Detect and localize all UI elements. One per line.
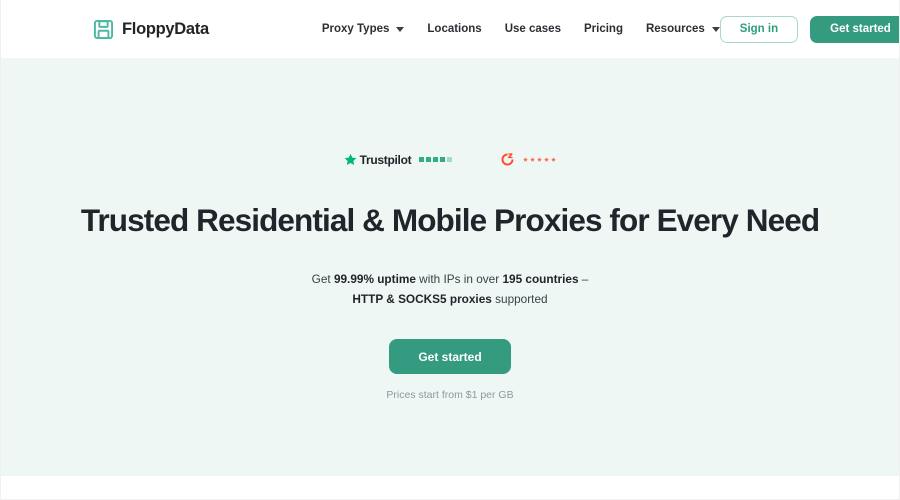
header-actions: Sign in Get started <box>719 15 899 43</box>
g2-logo-icon <box>500 152 515 167</box>
site-header: FloppyData Proxy Types Locations Use cas… <box>1 0 899 58</box>
trustpilot-wordmark: Trustpilot <box>359 152 412 167</box>
nav-item-proxy-types[interactable]: Proxy Types <box>322 23 405 35</box>
nav-item-label: Proxy Types <box>321 23 390 35</box>
nav-item-use-cases[interactable]: Use cases <box>505 23 561 35</box>
header-get-started-button[interactable]: Get started <box>810 15 899 43</box>
nav-item-pricing[interactable]: Pricing <box>584 23 623 35</box>
subtitle-protocols: HTTP & SOCKS5 proxies <box>352 291 492 306</box>
trustpilot-logo: Trustpilot <box>344 153 412 167</box>
nav-item-label: Locations <box>427 23 482 35</box>
price-note: Prices start from $1 per GB <box>386 389 514 402</box>
floppy-disk-icon <box>93 19 114 40</box>
g2-star-rating <box>523 157 557 162</box>
subtitle-pre: Get <box>311 272 334 287</box>
subtitle-countries: 195 countries <box>502 272 579 287</box>
subtitle-uptime: 99.99% uptime <box>333 272 416 287</box>
trustpilot-star-icon <box>344 153 357 166</box>
brand-name: FloppyData <box>122 19 209 38</box>
subtitle-dash: – <box>578 272 589 287</box>
hero-subtitle: Get 99.99% uptime with IPs in over 195 c… <box>1 270 899 309</box>
chevron-down-icon <box>711 26 720 32</box>
subtitle-mid: with IPs in over <box>415 272 503 287</box>
page-title: Trusted Residential & Mobile Proxies for… <box>80 202 820 238</box>
g2-badge[interactable] <box>500 152 557 167</box>
sign-in-button[interactable]: Sign in <box>719 15 799 43</box>
brand-logo[interactable]: FloppyData <box>93 19 209 40</box>
trustpilot-badge[interactable]: Trustpilot <box>344 153 453 167</box>
hero-get-started-button[interactable]: Get started <box>389 339 511 375</box>
nav-item-locations[interactable]: Locations <box>427 23 481 35</box>
hero-section: Trustpilot Trusted Residential & Mobile … <box>1 58 899 476</box>
hero-cta-wrap: Get started <box>1 339 899 375</box>
nav-item-resources[interactable]: Resources <box>646 23 720 35</box>
landing-page: FloppyData Proxy Types Locations Use cas… <box>0 0 900 500</box>
nav-item-label: Use cases <box>504 23 561 35</box>
trustpilot-star-rating <box>419 157 453 162</box>
nav-item-label: Pricing <box>583 23 623 35</box>
main-nav: Proxy Types Locations Use cases Pricing … <box>322 23 720 35</box>
subtitle-supported: supported <box>491 291 548 306</box>
nav-item-label: Resources <box>645 23 705 35</box>
page-footer-strip <box>1 476 899 499</box>
rating-badges: Trustpilot <box>1 58 899 167</box>
chevron-down-icon <box>396 26 405 32</box>
